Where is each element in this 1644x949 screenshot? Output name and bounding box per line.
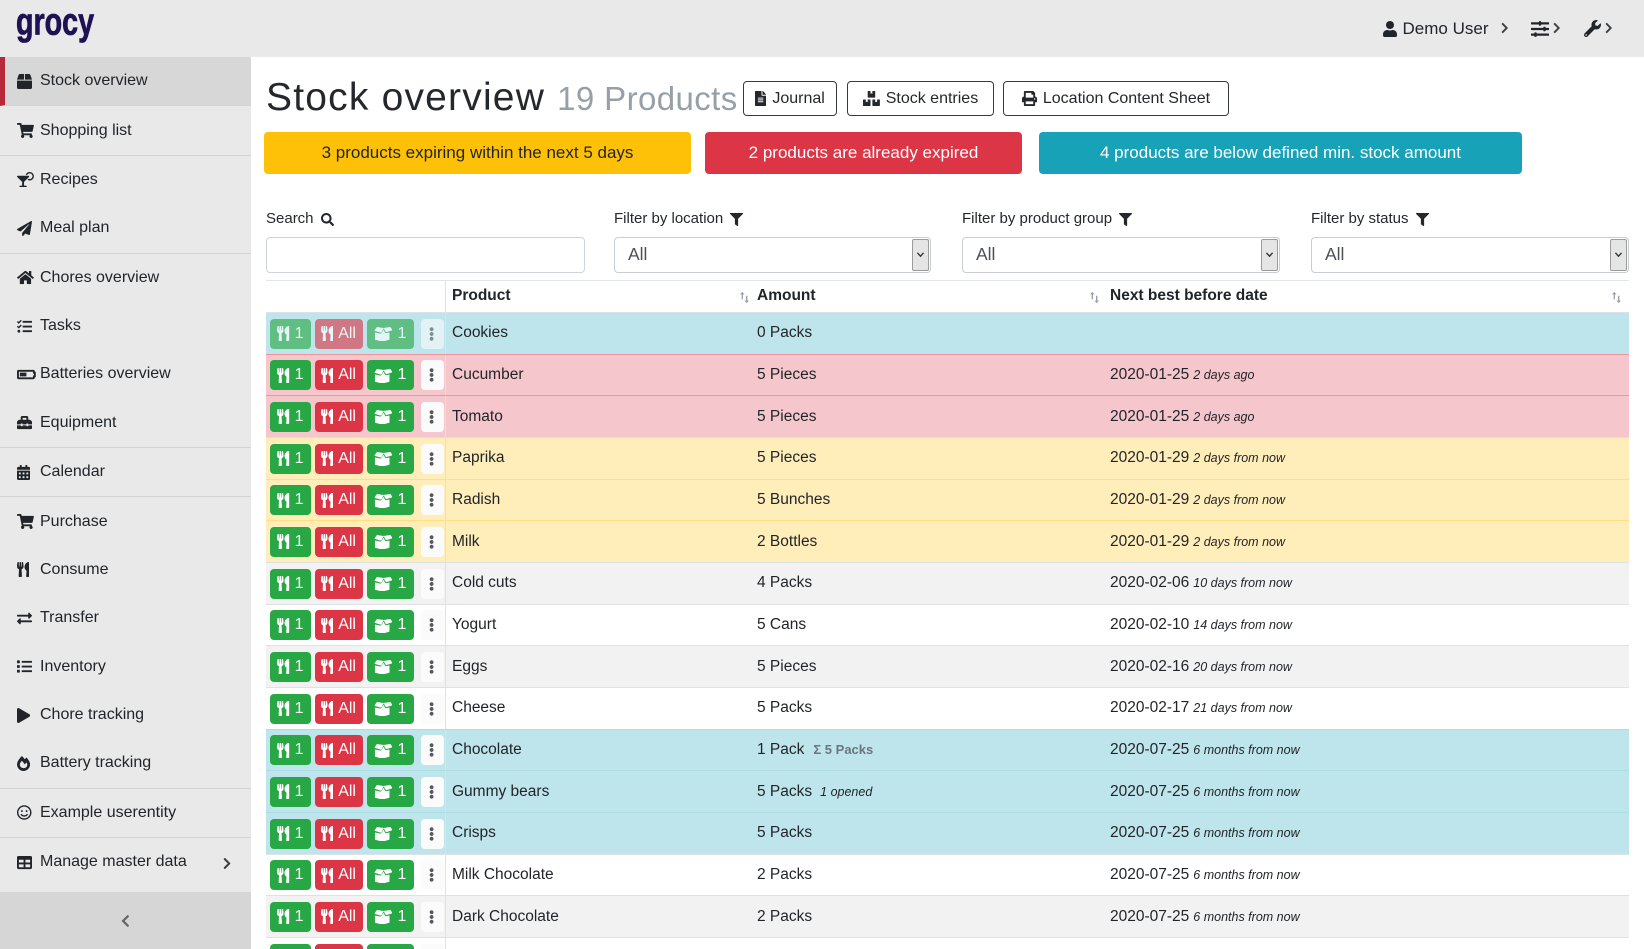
svg-text:grocy: grocy xyxy=(16,2,94,44)
